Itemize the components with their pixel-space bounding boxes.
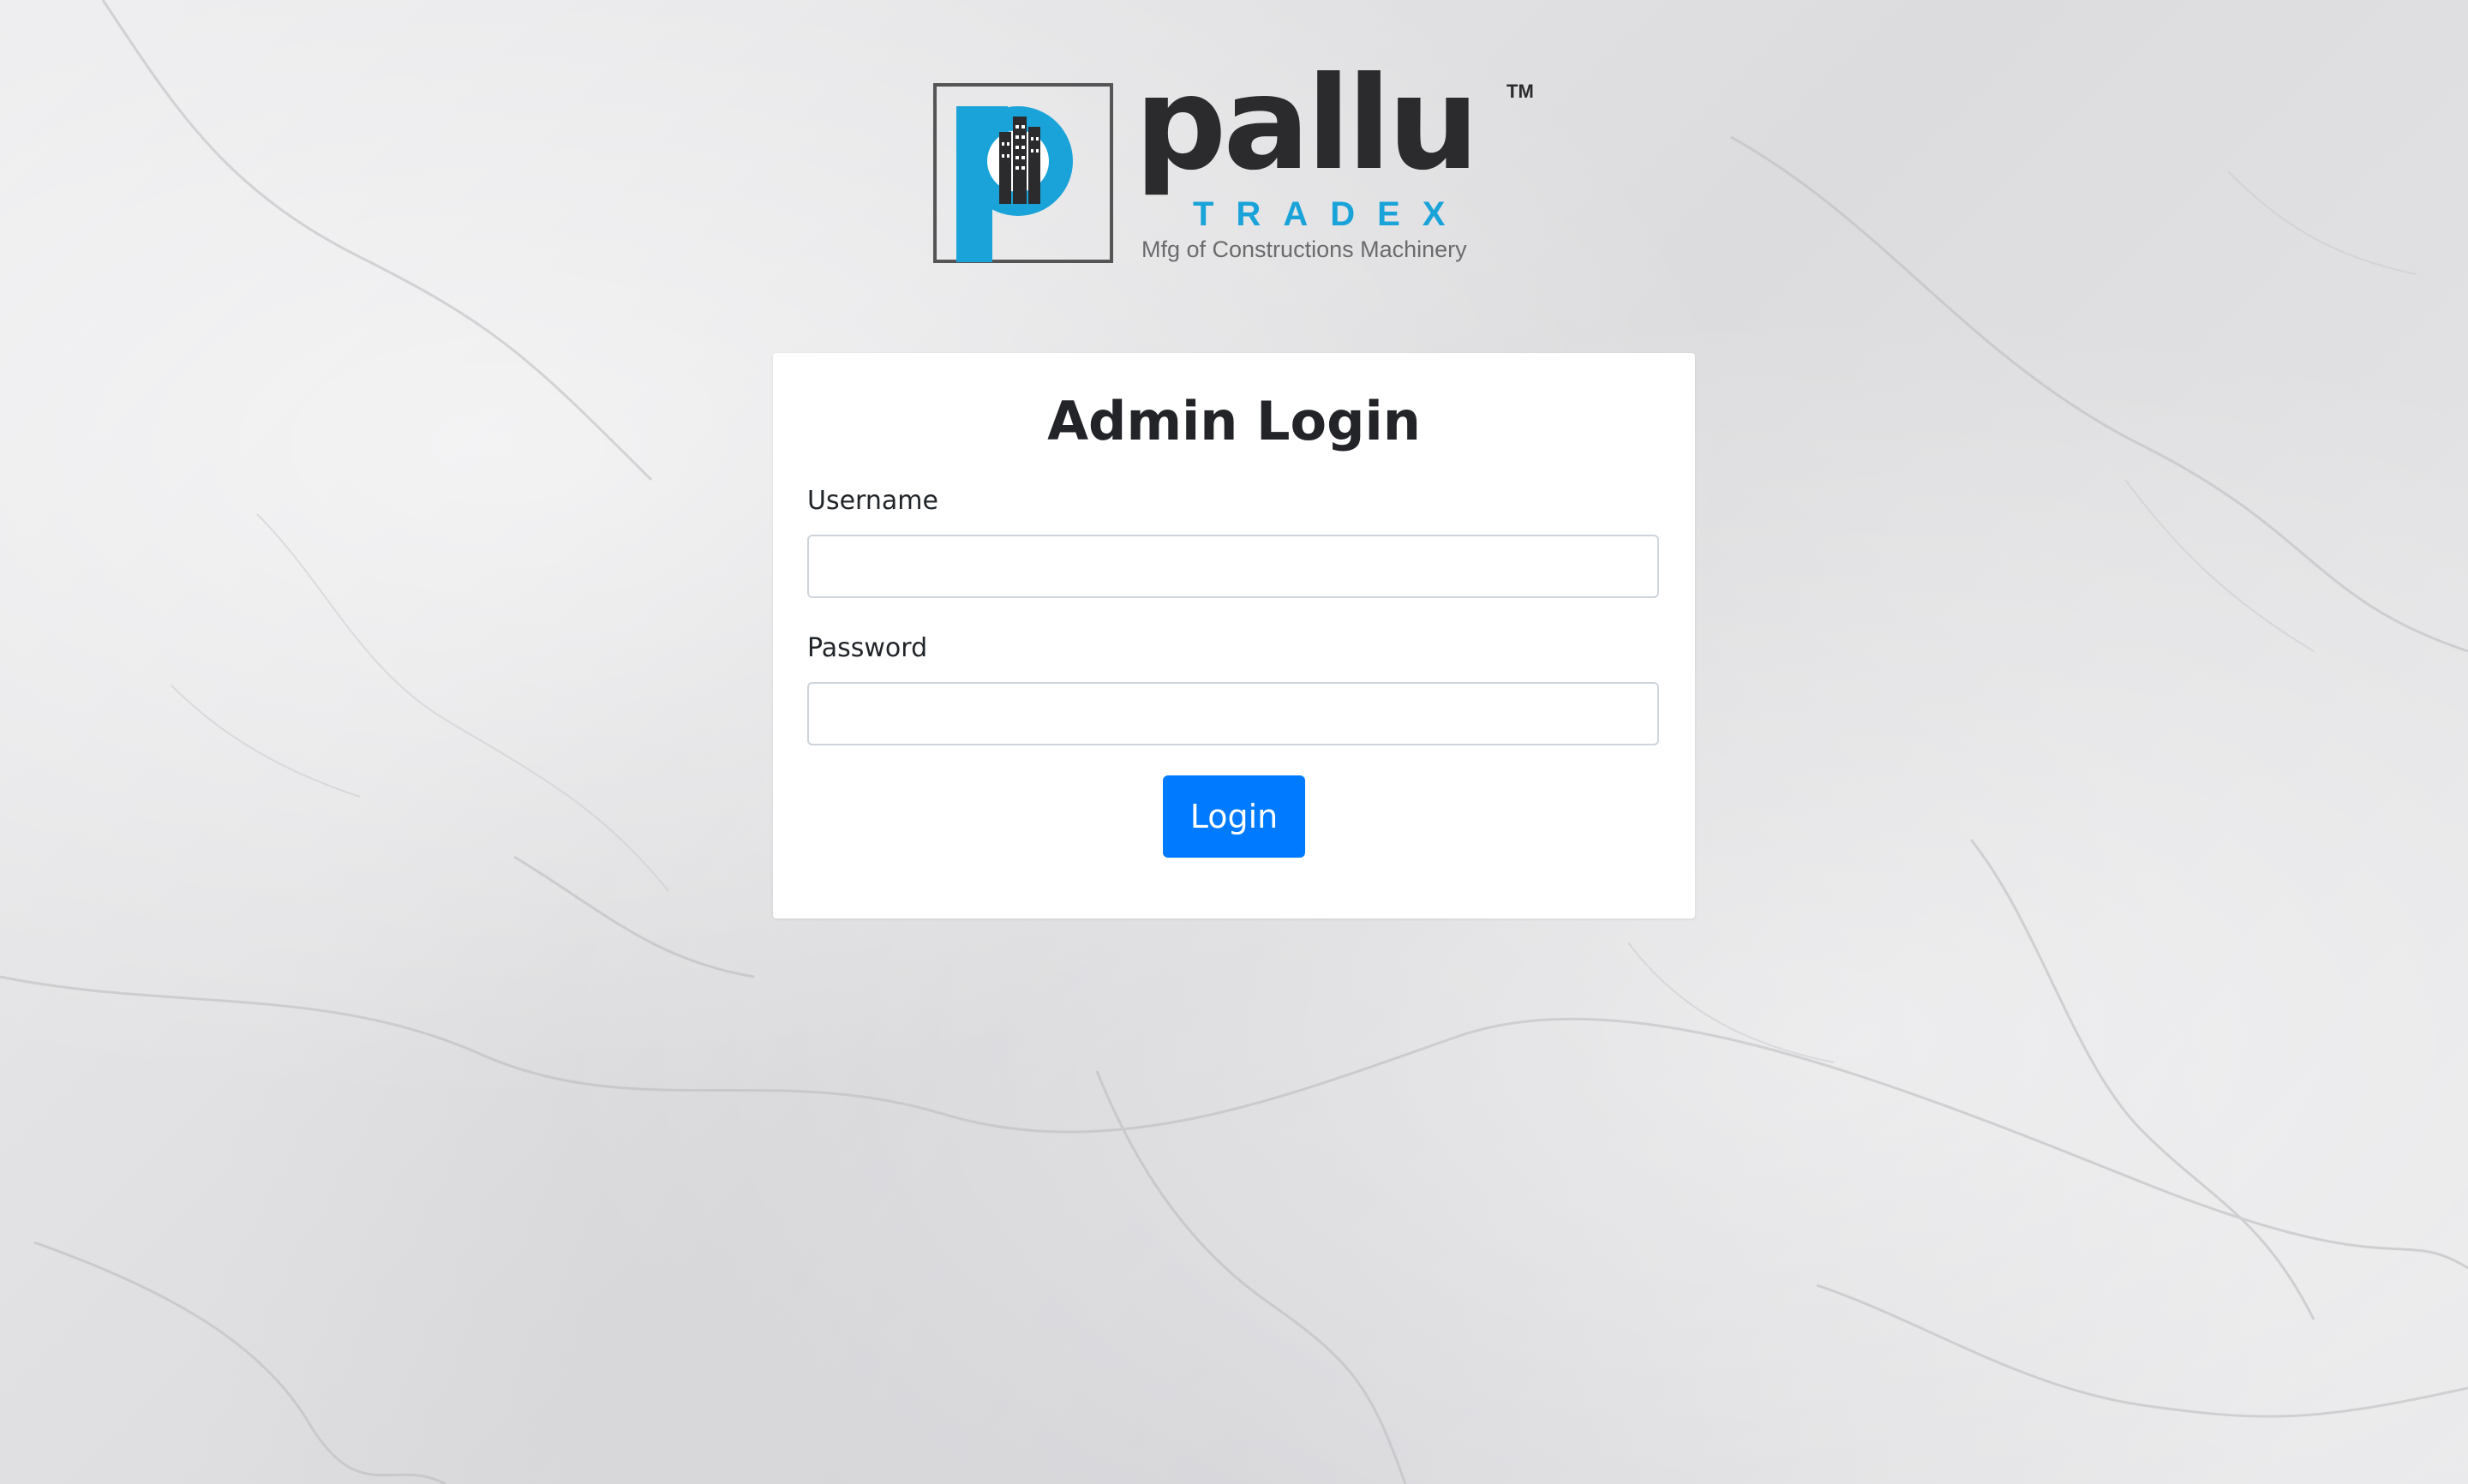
login-button[interactable]: Login xyxy=(1163,775,1305,858)
logo-subname: TRADEX xyxy=(1193,195,1468,233)
login-card: Admin Login Username Password Login xyxy=(773,353,1695,919)
logo-building-icon xyxy=(933,83,1113,263)
logo-tagline: Mfg of Constructions Machinery xyxy=(1141,236,1467,262)
password-label: Password xyxy=(807,633,928,663)
username-input[interactable] xyxy=(807,535,1659,598)
password-input[interactable] xyxy=(807,682,1659,745)
username-label: Username xyxy=(807,486,938,516)
pallu-tradex-logo: pallu TM TRADEX Mfg of Constructions Mac… xyxy=(932,60,1534,276)
logo-wordmark: pallu xyxy=(1135,50,1479,199)
logo-trademark: TM xyxy=(1507,81,1534,102)
page-title: Admin Login xyxy=(1047,390,1421,452)
